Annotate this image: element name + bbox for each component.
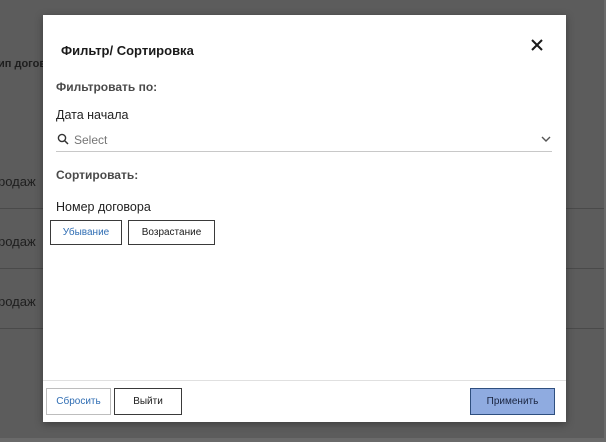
background-edge [0, 438, 606, 442]
chevron-down-icon [541, 136, 551, 142]
filter-section-label: Фильтровать по: [56, 80, 158, 94]
apply-button[interactable]: Применить [470, 388, 555, 415]
sort-descending-button[interactable]: Убывание [50, 220, 122, 245]
background-column-header: ип догов [0, 58, 47, 70]
close-button[interactable] [527, 35, 547, 55]
start-date-select[interactable]: Select [56, 129, 552, 152]
exit-button[interactable]: Выйти [114, 388, 182, 415]
search-icon [57, 133, 69, 145]
background-row-text: родаж [0, 174, 36, 189]
start-date-placeholder: Select [74, 133, 108, 147]
close-icon [531, 39, 543, 51]
dialog-title: Фильтр/ Сортировка [61, 43, 194, 58]
filter-sort-dialog: Фильтр/ Сортировка Фильтровать по: Дата … [43, 15, 566, 422]
reset-button[interactable]: Сбросить [46, 388, 111, 415]
background-row-text: родаж [0, 294, 36, 309]
sort-ascending-button[interactable]: Возрастание [128, 220, 215, 245]
sort-section-label: Сортировать: [56, 168, 139, 182]
contract-number-label: Номер договора [56, 200, 151, 214]
footer-divider [43, 380, 566, 381]
background-row-text: родаж [0, 234, 36, 249]
start-date-label: Дата начала [56, 108, 129, 122]
